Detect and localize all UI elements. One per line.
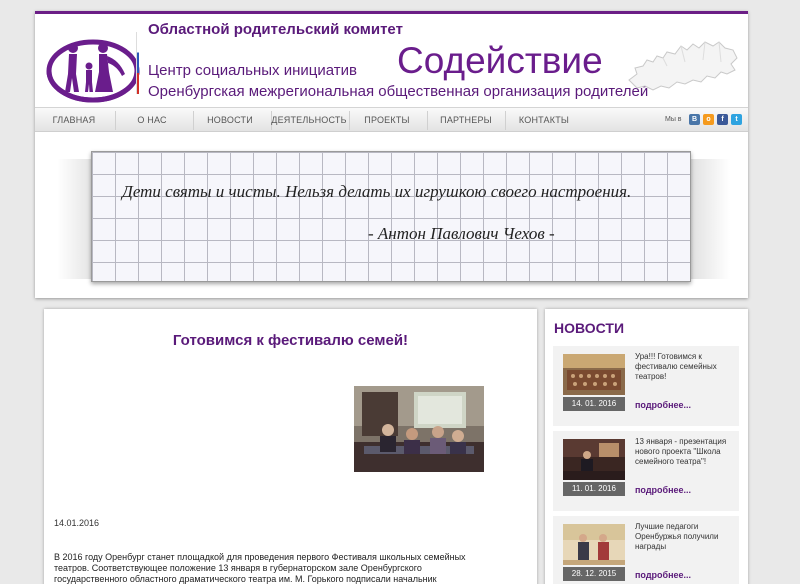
- nav-item-projects[interactable]: ПРОЕКТЫ: [351, 108, 423, 133]
- article-body: В 2016 году Оренбург станет площадкой дл…: [54, 552, 524, 584]
- family-logo-icon[interactable]: [45, 34, 141, 104]
- article-panel: Готовимся к фестивалю семей! 14.01.2016 …: [44, 309, 537, 584]
- news-thumbnail[interactable]: [563, 524, 625, 565]
- nav-divider: [427, 111, 428, 130]
- russia-map-icon: [628, 41, 738, 91]
- nav-divider: [115, 111, 116, 130]
- main-nav: ГЛАВНАЯ О НАС НОВОСТИ ДЕЯТЕЛЬНОСТЬ ПРОЕК…: [35, 107, 748, 132]
- quote-author: - Антон Павлович Чехов -: [368, 224, 555, 243]
- nav-item-activity[interactable]: ДЕЯТЕЛЬНОСТЬ: [271, 108, 347, 133]
- news-text[interactable]: 13 января - презентация нового проекта "…: [635, 437, 739, 467]
- quote-banner: Дети святы и чисты. Нельзя делать их игр…: [91, 151, 691, 282]
- news-date: 11. 01. 2016: [563, 482, 625, 496]
- news-more-link[interactable]: подробнее...: [635, 485, 691, 495]
- news-more-link[interactable]: подробнее...: [635, 400, 691, 410]
- vk-icon[interactable]: B: [689, 114, 700, 125]
- russian-flag-stripe: [136, 32, 139, 94]
- news-text[interactable]: Ура!!! Готовимся к фестивалю семейных те…: [635, 352, 739, 382]
- article-title[interactable]: Готовимся к фестивалю семей!: [44, 332, 537, 349]
- news-item[interactable]: 11. 01. 2016 13 января - презентация нов…: [553, 431, 739, 511]
- article-date: 14.01.2016: [54, 518, 100, 528]
- article-line: театров. Соответствующее положение 13 ян…: [54, 563, 422, 573]
- article-line: В 2016 году Оренбург станет площадкой дл…: [54, 552, 466, 562]
- committee-title: Областной родительский комитет: [148, 21, 403, 38]
- nav-item-partners[interactable]: ПАРТНЕРЫ: [429, 108, 503, 133]
- news-heading: НОВОСТИ: [554, 320, 625, 336]
- center-title: Центр социальных инициатив: [148, 62, 357, 79]
- twitter-icon[interactable]: t: [731, 114, 742, 125]
- nav-item-contacts[interactable]: КОНТАКТЫ: [507, 108, 581, 133]
- article-line: государственного областного драматическо…: [54, 574, 437, 584]
- nav-item-news[interactable]: НОВОСТИ: [195, 108, 265, 133]
- facebook-icon[interactable]: f: [717, 114, 728, 125]
- news-date: 28. 12. 2015: [563, 567, 625, 581]
- odnoklassniki-icon[interactable]: o: [703, 114, 714, 125]
- brand-title[interactable]: Содействие: [397, 40, 603, 82]
- banner-shadow-right: [690, 159, 730, 279]
- news-item[interactable]: 14. 01. 2016 Ура!!! Готовимся к фестивал…: [553, 346, 739, 426]
- nav-divider: [349, 111, 350, 130]
- news-item[interactable]: 28. 12. 2015 Лучшие педагоги Оренбуржья …: [553, 516, 739, 584]
- news-thumbnail[interactable]: [563, 354, 625, 395]
- nav-divider: [193, 111, 194, 130]
- news-sidebar: НОВОСТИ 14. 01. 2016 Ура!!! Готовимся к …: [545, 309, 748, 584]
- news-thumbnail[interactable]: [563, 439, 625, 480]
- news-text[interactable]: Лучшие педагоги Оренбуржья получили нагр…: [635, 522, 739, 552]
- news-more-link[interactable]: подробнее...: [635, 570, 691, 580]
- news-date: 14. 01. 2016: [563, 397, 625, 411]
- nav-item-home[interactable]: ГЛАВНАЯ: [39, 108, 109, 133]
- nav-item-about[interactable]: О НАС: [117, 108, 187, 133]
- quote-text: Дети святы и чисты. Нельзя делать их игр…: [122, 182, 632, 201]
- organization-title: Оренбургская межрегиональная общественна…: [148, 83, 649, 100]
- social-label: Мы в: [665, 116, 682, 123]
- article-photo[interactable]: [354, 386, 484, 472]
- nav-divider: [505, 111, 506, 130]
- site-header: Областной родительский комитет Центр соц…: [35, 11, 748, 298]
